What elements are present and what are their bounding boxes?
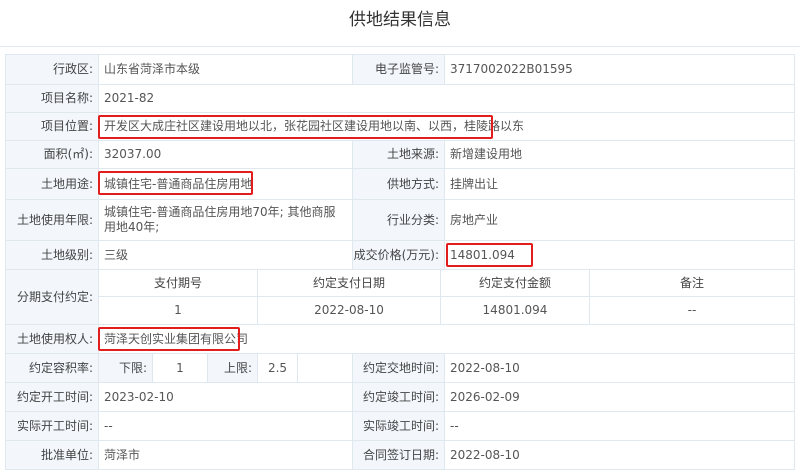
value-land-use: 城镇住宅-普通商品住房用地 bbox=[98, 168, 353, 200]
value-upper-limit: 2.5 bbox=[257, 353, 298, 383]
installment-cell-date: 2022-08-10 bbox=[257, 296, 441, 325]
value-area: 32037.00 bbox=[98, 140, 353, 169]
label-contract-date: 合同签订日期: bbox=[352, 440, 445, 470]
label-start-date: 约定开工时间: bbox=[5, 382, 99, 412]
label-lower-limit: 下限: bbox=[98, 353, 153, 383]
installment-header-remark: 备注 bbox=[589, 269, 795, 297]
value-district: 山东省菏泽市本级 bbox=[98, 54, 353, 85]
value-land-source: 新增建设用地 bbox=[444, 140, 795, 169]
value-handover-date: 2022-08-10 bbox=[444, 353, 795, 383]
label-plot-ratio: 约定容积率: bbox=[5, 353, 99, 383]
label-land-use: 土地用途: bbox=[5, 168, 99, 200]
value-start-date: 2023-02-10 bbox=[98, 382, 353, 412]
value-supply-method: 挂牌出让 bbox=[444, 168, 795, 200]
label-approval-unit: 批准单位: bbox=[5, 440, 99, 470]
label-area: 面积(㎡): bbox=[5, 140, 99, 169]
value-lower-limit: 1 bbox=[152, 353, 208, 383]
label-project-location: 项目位置: bbox=[5, 112, 99, 141]
value-project-location: 开发区大成庄社区建设用地以北，张花园社区建设用地以南、以西，桂陵路以东 bbox=[98, 112, 795, 141]
label-completion-date: 约定竣工时间: bbox=[352, 382, 445, 412]
label-upper-limit: 上限: bbox=[207, 353, 258, 383]
value-industry: 房地产业 bbox=[444, 199, 795, 241]
label-supply-method: 供地方式: bbox=[352, 168, 445, 200]
value-deal-price: 14801.094 bbox=[444, 240, 795, 270]
value-project-name: 2021-82 bbox=[98, 84, 795, 113]
result-page: 供地结果信息 行政区: 山东省菏泽市本级 电子监管号: 3717002022B0… bbox=[0, 0, 800, 471]
label-project-name: 项目名称: bbox=[5, 84, 99, 113]
label-supervision-no: 电子监管号: bbox=[352, 54, 445, 85]
label-use-term: 土地使用年限: bbox=[5, 199, 99, 241]
label-land-owner: 土地使用权人: bbox=[5, 324, 99, 354]
installment-cell-remark: -- bbox=[589, 296, 795, 325]
installment-header-period: 支付期号 bbox=[98, 269, 258, 297]
label-actual-completion: 实际竣工时间: bbox=[352, 411, 445, 441]
installment-header-amount: 约定支付金额 bbox=[440, 269, 590, 297]
value-completion-date: 2026-02-09 bbox=[444, 382, 795, 412]
value-supervision-no: 3717002022B01595 bbox=[444, 54, 795, 85]
installment-header-date: 约定支付日期 bbox=[257, 269, 441, 297]
value-approval-unit: 菏泽市 bbox=[98, 440, 353, 470]
label-industry: 行业分类: bbox=[352, 199, 445, 241]
label-land-grade: 土地级别: bbox=[5, 240, 99, 270]
value-actual-start: -- bbox=[98, 411, 353, 441]
value-land-grade: 三级 bbox=[98, 240, 353, 270]
label-deal-price: 成交价格(万元): bbox=[352, 240, 445, 270]
value-actual-completion: -- bbox=[444, 411, 795, 441]
value-use-term: 城镇住宅-普通商品住房用地70年; 其他商服用地40年; bbox=[98, 199, 353, 241]
empty-cell bbox=[297, 353, 353, 383]
label-actual-start: 实际开工时间: bbox=[5, 411, 99, 441]
label-district: 行政区: bbox=[5, 54, 99, 85]
label-installment: 分期支付约定: bbox=[5, 269, 99, 325]
value-land-owner: 菏泽天创实业集团有限公司 bbox=[98, 324, 795, 354]
installment-cell-amount: 14801.094 bbox=[440, 296, 590, 325]
label-handover-date: 约定交地时间: bbox=[352, 353, 445, 383]
page-title: 供地结果信息 bbox=[0, 0, 800, 47]
installment-cell-period: 1 bbox=[98, 296, 258, 325]
value-contract-date: 2022-08-10 bbox=[444, 440, 795, 470]
label-land-source: 土地来源: bbox=[352, 140, 445, 169]
